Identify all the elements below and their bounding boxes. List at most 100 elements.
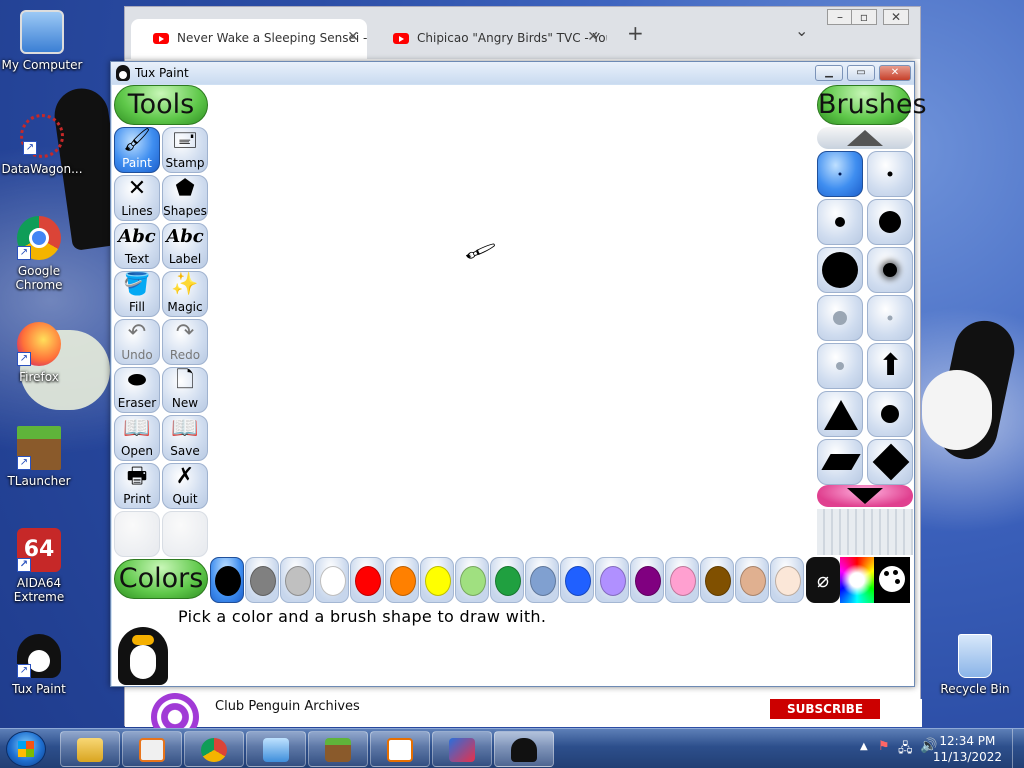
color-swatch[interactable] <box>525 557 559 603</box>
brush-option[interactable] <box>867 247 913 293</box>
brush-option[interactable] <box>867 151 913 197</box>
color-swatch[interactable] <box>455 557 489 603</box>
browser-tab[interactable]: Chipicao "Angry Birds" TVC - You... ✕ <box>371 19 607 59</box>
tool-empty <box>162 511 208 557</box>
tool-open[interactable]: 📖 Open <box>114 415 160 461</box>
tool-paint[interactable]: 🖌 Paint <box>114 127 160 173</box>
brush-scroll-up-button[interactable] <box>817 127 913 149</box>
color-mixer-palette-icon[interactable] <box>874 557 910 603</box>
tool-redo[interactable]: ↷ Redo <box>162 319 208 365</box>
show-desktop-button[interactable] <box>1012 729 1024 768</box>
taskbar-tlauncher[interactable] <box>432 731 492 767</box>
close-button[interactable]: ✕ <box>879 65 911 81</box>
tool-magic[interactable]: ✨ Magic <box>162 271 208 317</box>
desktop-icon-my-computer[interactable]: My Computer <box>0 10 84 72</box>
taskbar-control-panel[interactable] <box>246 731 306 767</box>
taskbar-java[interactable] <box>370 731 430 767</box>
close-button[interactable]: ✕ <box>883 9 909 25</box>
tool-label: Undo <box>121 348 153 362</box>
desktop-icon-tlauncher[interactable]: ↗ TLauncher <box>0 426 81 488</box>
brush-size-slider[interactable] <box>817 509 913 555</box>
desktop-icon-firefox[interactable]: ↗ Firefox <box>0 322 81 384</box>
tool-quit[interactable]: ✗ Quit <box>162 463 208 509</box>
brush-option[interactable] <box>817 295 863 341</box>
tool-label: Save <box>170 444 200 458</box>
maximize-button[interactable]: ▫ <box>851 9 877 25</box>
close-tab-icon[interactable]: ✕ <box>347 29 359 45</box>
color-swatch[interactable] <box>665 557 699 603</box>
tool-shapes[interactable]: ⬟ Shapes <box>162 175 208 221</box>
brush-option[interactable] <box>817 391 863 437</box>
taskbar-tux-paint[interactable] <box>494 731 554 767</box>
color-swatch[interactable] <box>630 557 664 603</box>
browser-tab[interactable]: Never Wake a Sleeping Sensei - ... ✕ <box>131 19 367 59</box>
tool-text[interactable]: Abc Text <box>114 223 160 269</box>
subscribe-button[interactable]: SUBSCRIBE <box>770 699 880 719</box>
tool-stamp[interactable]: 🖃 Stamp <box>162 127 208 173</box>
tool-undo[interactable]: ↶ Undo <box>114 319 160 365</box>
brush-option[interactable] <box>817 439 863 485</box>
color-swatch[interactable] <box>735 557 769 603</box>
brush-option[interactable] <box>817 151 863 197</box>
color-swatch[interactable] <box>315 557 349 603</box>
tool-label[interactable]: Abc Label <box>162 223 208 269</box>
new-tab-button[interactable]: + <box>627 21 644 45</box>
color-picker-eyedropper[interactable]: ⌀ <box>806 557 840 603</box>
tool-save[interactable]: 📖 Save <box>162 415 208 461</box>
color-swatch[interactable] <box>770 557 804 603</box>
desktop-icon-google-chrome[interactable]: ↗ Google Chrome <box>0 216 81 292</box>
brush-scroll-down-button[interactable] <box>817 485 913 507</box>
triangle-brush-icon <box>824 400 858 430</box>
desktop-icon-tux-paint[interactable]: ↗ Tux Paint <box>0 634 81 696</box>
drawing-canvas[interactable]: 🖌 <box>210 85 814 557</box>
color-swatch[interactable] <box>350 557 384 603</box>
color-swatch[interactable] <box>280 557 314 603</box>
desktop-icon-datawagon[interactable]: ↗ DataWagon... <box>0 114 84 176</box>
minimize-button[interactable]: – <box>827 9 853 25</box>
clock[interactable]: 12:34 PM 11/13/2022 <box>933 733 1002 765</box>
show-hidden-icons-chevron-icon[interactable]: ▲ <box>860 741 868 752</box>
tab-search-dropdown[interactable]: ⌄ <box>795 21 808 40</box>
desktop-icon-recycle-bin[interactable]: Recycle Bin <box>933 634 1017 696</box>
brush-option[interactable]: ⬆ <box>867 343 913 389</box>
brush-option[interactable] <box>817 199 863 245</box>
color-swatch[interactable] <box>420 557 454 603</box>
desktop-icon-aida64[interactable]: 64 ↗ AIDA64 Extreme <box>0 528 81 604</box>
color-swatch[interactable] <box>490 557 524 603</box>
tool-lines[interactable]: ✕ Lines <box>114 175 160 221</box>
color-swatch[interactable] <box>385 557 419 603</box>
color-swatch[interactable] <box>245 557 279 603</box>
stamp-icon: 🖃 <box>172 128 198 153</box>
round-brush-icon <box>836 362 844 370</box>
brush-option[interactable] <box>867 439 913 485</box>
brush-option[interactable] <box>867 391 913 437</box>
color-swatch[interactable] <box>210 557 244 603</box>
network-icon[interactable]: 🖧 <box>898 739 913 761</box>
maximize-button[interactable]: ▭ <box>847 65 875 81</box>
action-center-flag-icon[interactable]: ⚑ <box>878 739 890 754</box>
taskbar-explorer[interactable] <box>60 731 120 767</box>
brush-option[interactable] <box>817 247 863 293</box>
tool-fill[interactable]: 🪣 Fill <box>114 271 160 317</box>
color-picker-rainbow[interactable] <box>840 557 874 603</box>
start-button[interactable] <box>6 731 46 767</box>
youtube-icon <box>153 33 169 44</box>
tool-print[interactable]: 🖶 Print <box>114 463 160 509</box>
channel-name[interactable]: Club Penguin Archives <box>215 699 360 714</box>
taskbar-media-player[interactable] <box>122 731 182 767</box>
tool-new[interactable]: 🗋 New <box>162 367 208 413</box>
taskbar-minecraft[interactable] <box>308 731 368 767</box>
tool-eraser[interactable]: ⬬ Eraser <box>114 367 160 413</box>
minimize-button[interactable]: ▁ <box>815 65 843 81</box>
color-swatch[interactable] <box>595 557 629 603</box>
color-swatch[interactable] <box>560 557 594 603</box>
close-tab-icon[interactable]: ✕ <box>587 29 599 45</box>
color-swatch-fill <box>705 566 731 596</box>
print-icon: 🖶 <box>126 464 148 489</box>
color-swatch[interactable] <box>700 557 734 603</box>
brush-option[interactable] <box>867 295 913 341</box>
brush-option[interactable] <box>867 199 913 245</box>
taskbar-chrome[interactable] <box>184 731 244 767</box>
round-brush-icon <box>887 171 893 177</box>
brush-option[interactable] <box>817 343 863 389</box>
